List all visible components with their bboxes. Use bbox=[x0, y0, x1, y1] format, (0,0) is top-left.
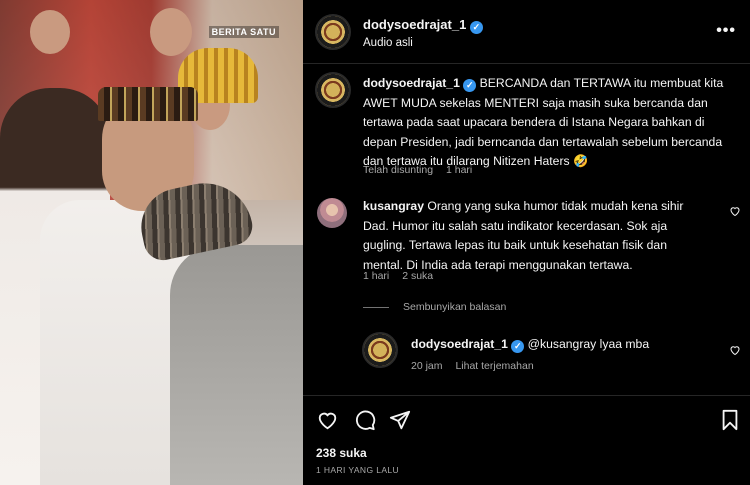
heart-icon[interactable] bbox=[729, 344, 741, 356]
caption-text-block: dodysoedrajat_1 ✓ BERCANDA dan TERTAWA i… bbox=[363, 74, 735, 172]
commenter-avatar[interactable] bbox=[317, 198, 347, 228]
heart-icon[interactable] bbox=[729, 205, 741, 217]
bookmark-icon[interactable] bbox=[720, 409, 740, 431]
author-avatar[interactable] bbox=[315, 14, 351, 50]
caption-avatar[interactable] bbox=[315, 72, 351, 108]
reply-avatar[interactable] bbox=[362, 332, 398, 368]
reply-username[interactable]: dodysoedrajat_1 bbox=[411, 337, 508, 351]
reply-mention[interactable]: @kusangray bbox=[528, 337, 597, 351]
caption-time[interactable]: 1 hari bbox=[446, 164, 472, 176]
verified-icon: ✓ bbox=[469, 21, 483, 34]
reply-time[interactable]: 20 jam bbox=[411, 360, 443, 372]
hide-replies-button[interactable]: Sembunyikan balasan bbox=[363, 301, 506, 313]
share-icon[interactable] bbox=[389, 409, 411, 431]
comment-username[interactable]: kusangray bbox=[363, 199, 424, 213]
audio-label[interactable]: Audio asli bbox=[363, 37, 413, 49]
comment-time[interactable]: 1 hari bbox=[363, 270, 389, 282]
likes-count[interactable]: 238 suka bbox=[316, 446, 367, 460]
comment-meta: 1 hari 2 suka bbox=[363, 270, 443, 282]
caption-meta: Telah disunting 1 hari bbox=[363, 164, 482, 176]
media-watermark: BERITA SATU bbox=[208, 26, 279, 38]
hide-replies-label[interactable]: Sembunyikan balasan bbox=[403, 301, 506, 313]
reply-translate[interactable]: Lihat terjemahan bbox=[455, 360, 533, 372]
verified-icon: ✓ bbox=[511, 340, 525, 353]
post-media[interactable]: BERITA SATU bbox=[0, 0, 303, 485]
like-heart-icon[interactable] bbox=[316, 409, 339, 431]
media-person bbox=[150, 8, 192, 56]
post-panel: dodysoedrajat_1 ✓ Audio asli ••• dodysoe… bbox=[303, 0, 750, 485]
media-person-right bbox=[130, 174, 303, 485]
actions-divider bbox=[303, 395, 750, 396]
media-person bbox=[30, 10, 70, 54]
reply-text-block: dodysoedrajat_1 ✓ @kusangray lyaa mba bbox=[411, 335, 711, 355]
comment-likes[interactable]: 2 suka bbox=[402, 270, 433, 282]
hide-replies-line bbox=[363, 306, 389, 308]
post-date: 1 HARI YANG LALU bbox=[316, 465, 400, 475]
caption-edited: Telah disunting bbox=[363, 164, 434, 176]
comment-text-block: kusangray Orang yang suka humor tidak mu… bbox=[363, 197, 703, 275]
caption-username[interactable]: dodysoedrajat_1 bbox=[363, 76, 460, 90]
reply-meta: 20 jam Lihat terjemahan bbox=[411, 360, 544, 372]
header-divider bbox=[303, 63, 750, 64]
author-username[interactable]: dodysoedrajat_1 bbox=[363, 17, 466, 32]
verified-icon: ✓ bbox=[463, 79, 477, 92]
author-username-row[interactable]: dodysoedrajat_1 ✓ bbox=[363, 17, 483, 34]
comment-icon[interactable] bbox=[354, 409, 376, 431]
more-icon[interactable]: ••• bbox=[716, 22, 736, 40]
reply-text: lyaa mba bbox=[599, 337, 650, 351]
